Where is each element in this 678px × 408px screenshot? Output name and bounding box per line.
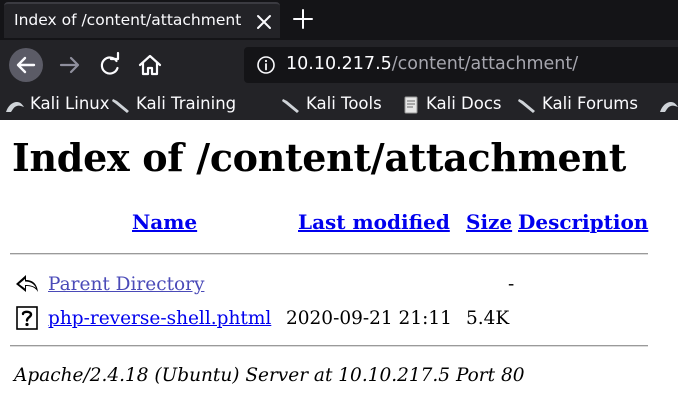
document-icon <box>404 96 418 114</box>
new-tab-icon[interactable] <box>290 6 316 32</box>
kali-dragon-icon <box>6 102 24 112</box>
info-icon[interactable] <box>256 55 276 75</box>
back-arrow-icon <box>16 275 38 292</box>
back-arrow-icon <box>16 56 36 74</box>
close-icon[interactable] <box>253 9 275 33</box>
unknown-file-icon <box>16 306 38 330</box>
kali-dragon-icon <box>660 102 678 112</box>
url-host: 10.10.217.5 <box>286 54 392 74</box>
kali-dragon-icon <box>112 99 129 113</box>
bookmarks-toolbar: Kali Linux Kali Training Kali Tools Kali… <box>0 90 678 120</box>
kali-dragon-icon <box>282 99 299 113</box>
column-header-last-modified[interactable]: Last modified <box>298 210 450 234</box>
column-header-description[interactable]: Description <box>518 210 648 234</box>
column-header-size[interactable]: Size <box>466 210 512 234</box>
url-path: /content/attachment/ <box>391 54 579 74</box>
page-title: Index of /content/attachment <box>12 135 627 180</box>
address-bar[interactable]: 10.10.217.5/content/attachment/ <box>244 47 678 83</box>
tab-title: Index of /content/attachment <box>14 11 242 29</box>
forward-arrow-icon[interactable] <box>54 49 86 81</box>
reload-icon[interactable] <box>94 49 126 81</box>
home-icon[interactable] <box>134 49 166 81</box>
divider <box>10 345 648 347</box>
bookmark-label: Kali Training <box>136 94 237 113</box>
navigation-bar: 10.10.217.5/content/attachment/ <box>0 40 678 90</box>
bookmark-label: Kali Docs <box>426 94 502 113</box>
browser-tab[interactable]: Index of /content/attachment <box>4 2 280 38</box>
file-size: - <box>508 274 515 295</box>
bookmark-label: Kali Tools <box>306 94 382 113</box>
bookmark-label: Kali Forums <box>542 94 638 113</box>
kali-dragon-icon <box>518 99 535 113</box>
file-size: 5.4K <box>466 308 510 329</box>
back-button[interactable] <box>9 48 43 82</box>
page-content: Index of /content/attachment Name Last m… <box>0 120 678 408</box>
divider <box>10 253 648 255</box>
column-header-name[interactable]: Name <box>132 210 197 234</box>
tab-bar: Index of /content/attachment <box>0 0 678 40</box>
parent-directory-link[interactable]: Parent Directory <box>48 274 204 295</box>
url-text[interactable]: 10.10.217.5/content/attachment/ <box>286 54 578 74</box>
bookmark-label: Kali Linux <box>30 94 110 113</box>
file-link[interactable]: php-reverse-shell.phtml <box>48 308 271 329</box>
file-last-modified: 2020-09-21 21:11 <box>286 308 452 329</box>
server-signature: Apache/2.4.18 (Ubuntu) Server at 10.10.2… <box>14 365 525 386</box>
